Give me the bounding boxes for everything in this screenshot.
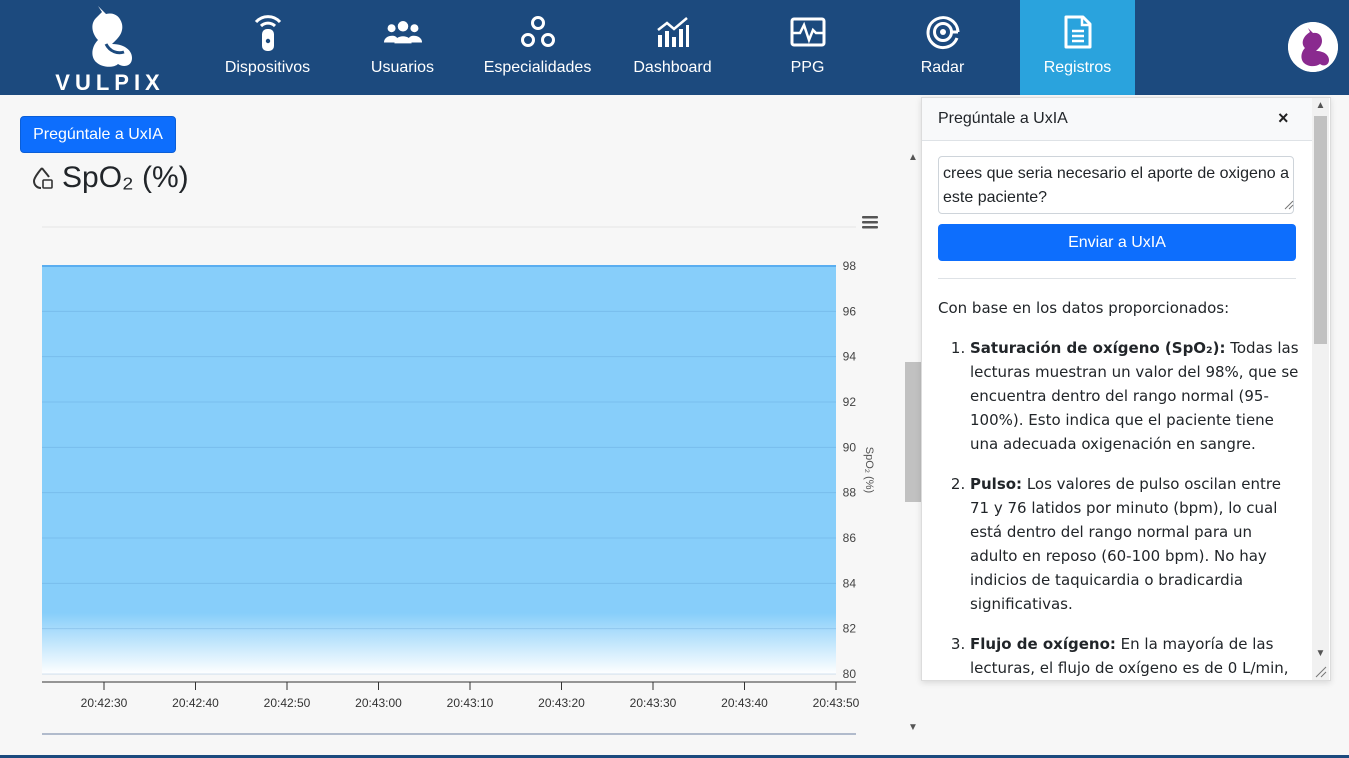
nav-registros[interactable]: Registros (1020, 0, 1135, 95)
x-tick-label: 20:43:40 (721, 696, 768, 710)
nav-dispositivos[interactable]: Dispositivos (210, 0, 325, 95)
answer-item-title: Saturación de oxígeno (SpO₂): (970, 339, 1226, 357)
scroll-up-arrow-icon[interactable]: ▲ (904, 150, 922, 166)
x-tick-label: 20:43:10 (447, 696, 494, 710)
y-tick-label: 92 (843, 395, 857, 409)
answer-item-spo2: Saturación de oxígeno (SpO₂): Todas las … (970, 336, 1300, 456)
panel-scroll-up-icon[interactable]: ▲ (1312, 98, 1329, 114)
spo2-chart: 98 96 94 92 90 88 86 84 82 80 20:42:30 20:42:40 20:4… (0, 205, 900, 745)
remote-device-icon (248, 12, 288, 52)
y-tick-label: 86 (843, 531, 857, 545)
y-tick-label: 80 (843, 667, 857, 681)
y-tick-label: 84 (843, 576, 857, 590)
send-uxia-button[interactable]: Enviar a UxIA (938, 224, 1296, 261)
nav-dispositivos-label: Dispositivos (224, 59, 311, 76)
nav-radar[interactable]: Radar (885, 0, 1000, 95)
x-tick-label: 20:43:20 (538, 696, 585, 710)
nav-especialidades[interactable]: Especialidades (480, 0, 595, 95)
y-tick-label: 98 (843, 259, 857, 273)
main-scroll-thumb[interactable] (905, 362, 921, 502)
vulpix-logo[interactable]: VULPIX (40, 4, 180, 95)
question-input[interactable]: crees que seria necesario el aporte de o… (938, 156, 1294, 214)
panel-divider (938, 278, 1296, 279)
answer-item-text: Los valores de pulso oscilan entre 71 y … (970, 475, 1281, 613)
textarea-resize-icon[interactable] (1282, 198, 1294, 210)
x-tick-label: 20:43:50 (813, 696, 860, 710)
nav-dashboard[interactable]: Dashboard (615, 0, 730, 95)
y-tick-label: 90 (843, 440, 857, 454)
chart-title-text: SpO₂ (%) (62, 161, 189, 194)
x-tick-label: 20:42:50 (264, 696, 311, 710)
fox-avatar-icon (1288, 22, 1338, 72)
chart-title: SpO₂ (%) (32, 161, 189, 195)
scroll-down-arrow-icon[interactable]: ▼ (904, 720, 922, 736)
answer-item-title: Pulso: (970, 475, 1023, 493)
panel-resize-icon[interactable] (1313, 664, 1327, 678)
nav-radar-label: Radar (920, 59, 965, 76)
close-icon[interactable]: × (1278, 108, 1289, 129)
nav-usuarios-label: Usuarios (370, 59, 435, 76)
panel-header: Pregúntale a UxIA × (922, 98, 1312, 141)
ask-uxia-button[interactable]: Pregúntale a UxIA (20, 116, 176, 153)
brand-name: VULPIX (55, 70, 165, 95)
y-tick-label: 82 (843, 622, 857, 636)
panel-scroll-thumb[interactable] (1314, 116, 1327, 344)
bar-chart-icon (653, 12, 693, 52)
panel-scroll-down-icon[interactable]: ▼ (1312, 646, 1329, 662)
answer-item-flujo: Flujo de oxígeno: En la mayoría de las l… (970, 632, 1300, 680)
nav-ppg-label: PPG (790, 59, 825, 76)
answer-item-pulso: Pulso: Los valores de pulso oscilan entr… (970, 472, 1300, 616)
y-axis-title: SpO₂ (%) (863, 447, 875, 493)
nav-dashboard-label: Dashboard (633, 59, 712, 76)
nav-registros-label: Registros (1043, 59, 1112, 76)
document-icon (1058, 12, 1098, 52)
x-tick-label: 20:42:40 (172, 696, 219, 710)
top-navbar: VULPIX Dispositivos Usuarios Especialida… (0, 0, 1349, 95)
nav-especialidades-label: Especialidades (483, 59, 592, 76)
uxia-chat-panel: Pregúntale a UxIA × crees que seria nece… (921, 97, 1331, 681)
answer-intro: Con base en los datos proporcionados: (938, 299, 1230, 317)
answer-item-title: Flujo de oxígeno: (970, 635, 1116, 653)
pulse-wave-icon (788, 12, 828, 52)
answer-list: Saturación de oxígeno (SpO₂): Todas las … (938, 336, 1300, 680)
main-scrollbar[interactable]: ▲ ▼ (904, 150, 922, 740)
spo2-area (42, 266, 836, 674)
nav-usuarios[interactable]: Usuarios (345, 0, 460, 95)
y-tick-label: 94 (843, 350, 857, 364)
oxygen-drop-icon (32, 167, 53, 189)
nav-ppg[interactable]: PPG (750, 0, 865, 95)
molecule-icon (518, 12, 558, 52)
panel-title: Pregúntale a UxIA (938, 110, 1068, 127)
y-tick-label: 96 (843, 304, 857, 318)
x-tick-label: 20:43:00 (355, 696, 402, 710)
panel-scrollbar[interactable]: ▲ ▼ (1312, 98, 1329, 680)
uxia-answer: Con base en los datos proporcionados: Sa… (938, 296, 1300, 680)
spo2-chart-svg: 98 96 94 92 90 88 86 84 82 80 20:42:30 20:42:40 20:4… (42, 226, 875, 735)
y-tick-label: 88 (843, 486, 857, 500)
user-avatar[interactable] (1288, 22, 1338, 72)
fox-logo-icon (92, 6, 132, 67)
x-tick-label: 20:43:30 (630, 696, 677, 710)
users-icon (383, 12, 423, 52)
radar-icon (923, 12, 963, 52)
x-tick-label: 20:42:30 (81, 696, 128, 710)
